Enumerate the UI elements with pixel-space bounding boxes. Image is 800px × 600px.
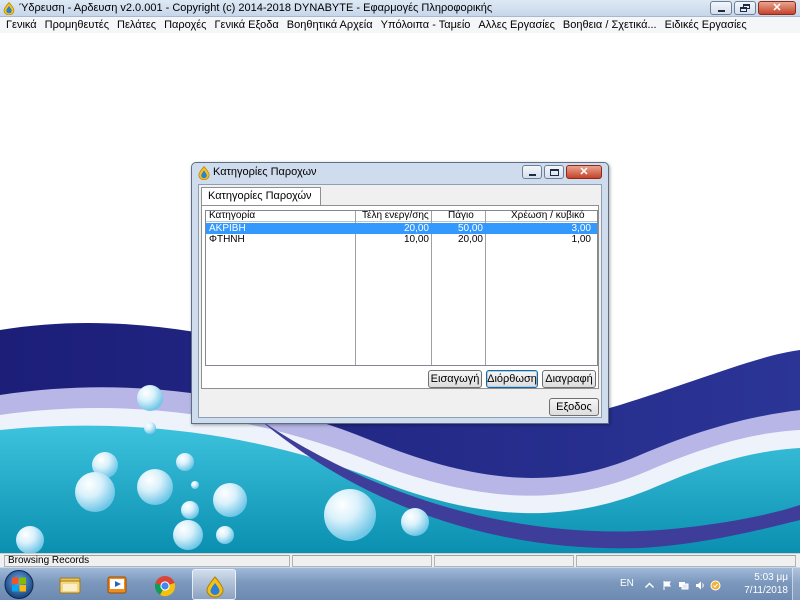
close-button[interactable]: ✕ (758, 1, 796, 15)
menu-auxiliary-files[interactable]: Βοηθητικά Αρχεία (283, 17, 377, 33)
dialog-close-button[interactable]: ✕ (566, 165, 602, 179)
show-desktop-button[interactable] (792, 568, 800, 600)
dialog-title: Κατηγορίες Παροχων (213, 166, 317, 178)
restore-icon-back (740, 7, 747, 12)
cell-per-cubic: 3,00 (571, 223, 591, 234)
restore-button[interactable] (734, 1, 756, 15)
taskbar-water-app[interactable] (192, 569, 236, 600)
delete-button[interactable]: Διαγραφή (542, 370, 596, 388)
categories-dialog: Κατηγορίες Παροχων ✕ Κατηγορίες Παροχών … (191, 162, 609, 424)
network-icon[interactable] (678, 580, 689, 591)
minimize-icon (718, 10, 725, 12)
menu-bar: Γενικά Προμηθευτές Πελάτες Παροχές Γενικ… (0, 17, 800, 33)
header-per-cubic[interactable]: Χρέωση / κυβικό (511, 210, 585, 221)
menu-balances-cash[interactable]: Υπόλοιπα - Ταμείο (377, 17, 475, 33)
categories-grid[interactable]: Κατηγορία Τέλη ενεργ/σης Πάγιο Χρέωση / … (205, 210, 598, 366)
menu-special-tasks[interactable]: Ειδικές Εργασίες (661, 17, 751, 33)
edit-button[interactable]: Διόρθωση (486, 370, 538, 388)
status-text: Browsing Records (8, 555, 90, 566)
dialog-client-area: Κατηγορίες Παροχών Κατηγορία Τέλη ενεργ/… (198, 184, 602, 418)
dialog-minimize-button[interactable] (522, 165, 542, 179)
menu-customers[interactable]: Πελάτες (113, 17, 160, 33)
taskbar-explorer[interactable] (48, 569, 92, 600)
volume-icon[interactable] (695, 580, 706, 591)
menu-help-about[interactable]: Βοηθεια / Σχετικά... (559, 17, 661, 33)
cell-fixed: 20,00 (457, 234, 483, 245)
table-row[interactable]: ΦΤΗΝΗ 10,00 20,00 1,00 (206, 234, 597, 245)
maximize-icon (550, 169, 559, 176)
action-center-flag-icon[interactable] (662, 580, 673, 591)
dialog-title-bar: Κατηγορίες Παροχων ✕ (192, 163, 608, 183)
taskbar: EN 5:03 μμ 7/11/2018 (0, 567, 800, 600)
status-panel-main: Browsing Records (4, 555, 290, 567)
water-app-icon (206, 576, 224, 598)
menu-general[interactable]: Γενικά (0, 17, 41, 33)
table-row[interactable]: ΑΚΡΙΒΗ 20,00 50,00 3,00 (206, 223, 597, 234)
menu-suppliers[interactable]: Προμηθευτές (41, 17, 113, 33)
exit-button[interactable]: Εξοδος (549, 398, 599, 416)
cell-fees: 20,00 (403, 223, 429, 234)
app-title-bar: Ύδρευση - Αρδευση v2.0.001 - Copyright (… (0, 0, 800, 17)
minimize-button[interactable] (710, 1, 732, 15)
dialog-window-controls: ✕ (522, 165, 602, 179)
menu-other-tasks[interactable]: Αλλες Εργασίες (474, 17, 559, 33)
chrome-icon (154, 576, 176, 597)
cell-category: ΦΤΗΝΗ (209, 234, 245, 245)
menu-connections[interactable]: Παροχές (160, 17, 210, 33)
cell-category: ΑΚΡΙΒΗ (209, 223, 246, 234)
media-player-icon (107, 576, 127, 594)
start-button-icon[interactable] (2, 569, 36, 600)
header-fixed[interactable]: Πάγιο (448, 210, 474, 221)
header-category[interactable]: Κατηγορία (209, 210, 255, 221)
grid-header: Κατηγορία Τέλη ενεργ/σης Πάγιο Χρέωση / … (206, 210, 597, 222)
cell-fees: 10,00 (403, 234, 429, 245)
cell-fixed: 50,00 (457, 223, 483, 234)
taskbar-media-player[interactable] (95, 569, 139, 600)
system-tray: EN 5:03 μμ 7/11/2018 (600, 568, 800, 600)
clock[interactable]: 5:03 μμ 7/11/2018 (744, 571, 788, 597)
close-icon: ✕ (772, 2, 782, 14)
tab-categories[interactable]: Κατηγορίες Παροχών (201, 187, 321, 206)
app-title: Ύδρευση - Αρδευση v2.0.001 - Copyright (… (19, 2, 493, 14)
clock-time: 5:03 μμ (754, 572, 788, 583)
minimize-icon (529, 174, 536, 176)
status-bar: Browsing Records (0, 553, 800, 567)
windows-explorer-icon (59, 577, 81, 594)
language-indicator[interactable]: EN (620, 578, 634, 589)
dialog-maximize-button[interactable] (544, 165, 564, 179)
window-controls: ✕ (710, 1, 796, 16)
show-hidden-icons-icon[interactable] (644, 580, 655, 591)
insert-button[interactable]: Εισαγωγή (428, 370, 482, 388)
taskbar-chrome[interactable] (143, 569, 187, 600)
update-status-icon[interactable] (710, 580, 721, 591)
cell-per-cubic: 1,00 (571, 234, 591, 245)
water-drop-icon (198, 166, 210, 180)
clock-date: 7/11/2018 (744, 585, 788, 596)
status-panel-3 (434, 555, 574, 567)
menu-general-expenses[interactable]: Γενικά Εξοδα (210, 17, 282, 33)
status-panel-2 (292, 555, 432, 567)
close-icon: ✕ (579, 166, 589, 178)
header-fees[interactable]: Τέλη ενεργ/σης (362, 210, 429, 221)
status-panel-4 (576, 555, 796, 567)
tab-pane: Κατηγορία Τέλη ενεργ/σης Πάγιο Χρέωση / … (201, 205, 599, 389)
water-drop-icon (3, 2, 15, 15)
